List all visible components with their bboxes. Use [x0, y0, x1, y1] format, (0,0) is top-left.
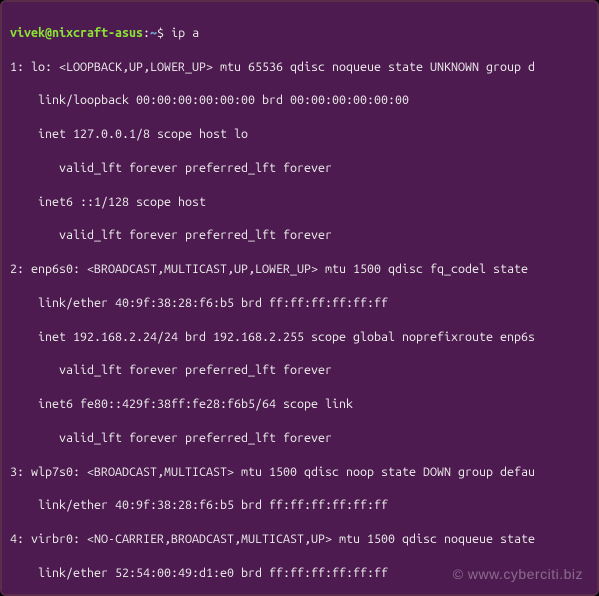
prompt-dollar: $ [157, 26, 164, 40]
ip-output-line: link/ether 40:9f:38:28:f6:b5 brd ff:ff:f… [10, 295, 589, 312]
ip-output-line: 3: wlp7s0: <BROADCAST,MULTICAST> mtu 150… [10, 464, 589, 481]
ip-output-line: 1: lo: <LOOPBACK,UP,LOWER_UP> mtu 65536 … [10, 59, 589, 76]
ip-output-line: inet6 ::1/128 scope host [10, 194, 589, 211]
prompt-user: vivek@nixcraft-asus [10, 26, 143, 40]
ip-output-line: valid_lft forever preferred_lft forever [10, 430, 589, 447]
ip-output-line: 2: enp6s0: <BROADCAST,MULTICAST,UP,LOWER… [10, 261, 589, 278]
ip-output-line: link/loopback 00:00:00:00:00:00 brd 00:0… [10, 92, 589, 109]
ip-output-line: inet6 fe80::429f:38ff:fe28:f6b5/64 scope… [10, 396, 589, 413]
command-ip-a: ip a [171, 26, 199, 40]
terminal-body[interactable]: vivek@nixcraft-asus:~$ ip a 1: lo: <LOOP… [2, 2, 597, 594]
ip-output-line: inet 192.168.2.24/24 brd 192.168.2.255 s… [10, 329, 589, 346]
ip-output-line: inet 127.0.0.1/8 scope host lo [10, 126, 589, 143]
ip-output-line: link/ether 40:9f:38:28:f6:b5 brd ff:ff:f… [10, 497, 589, 514]
ip-output-line: valid_lft forever preferred_lft forever [10, 362, 589, 379]
prompt-sep: : [143, 26, 150, 40]
terminal-window: vivek@nixcraft-asus:~$ ip a 1: lo: <LOOP… [0, 0, 599, 596]
prompt-path: ~ [150, 26, 157, 40]
ip-output-line: valid_lft forever preferred_lft forever [10, 160, 589, 177]
ip-output-line: valid_lft forever preferred_lft forever [10, 227, 589, 244]
prompt-line-1: vivek@nixcraft-asus:~$ ip a [10, 25, 589, 42]
ip-output-line: link/ether 52:54:00:49:d1:e0 brd ff:ff:f… [10, 565, 589, 582]
ip-output-line: 4: virbr0: <NO-CARRIER,BROADCAST,MULTICA… [10, 531, 589, 548]
